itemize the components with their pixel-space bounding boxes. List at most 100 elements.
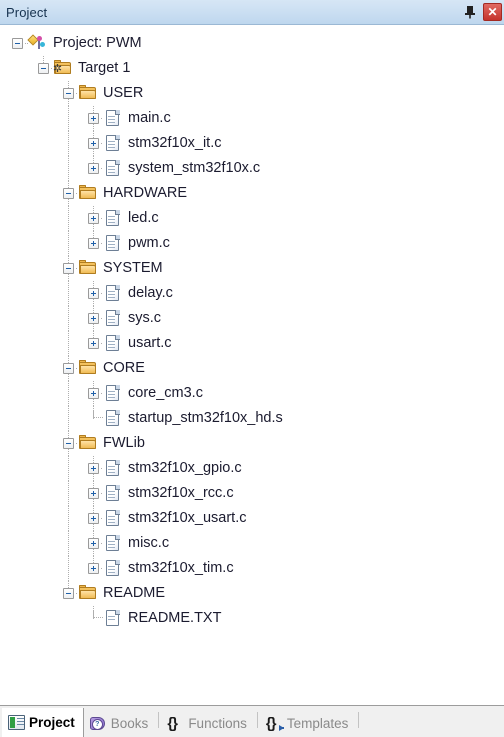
tree-item-label: startup_stm32f10x_hd.s	[128, 410, 283, 427]
tree-expand-icon[interactable]	[88, 513, 99, 524]
tree-guide-line	[68, 206, 69, 231]
titlebar-buttons: ✕	[460, 0, 502, 24]
tree-item[interactable]: core_cm3.c	[1, 381, 503, 406]
tree-item-label: FWLib	[103, 435, 145, 452]
tree-guide-line	[101, 168, 103, 169]
tree-expand-icon[interactable]	[88, 213, 99, 224]
tree-item[interactable]: usart.c	[1, 331, 503, 356]
tree-expand-icon[interactable]	[88, 313, 99, 324]
tree-guide-line	[68, 456, 69, 481]
tree-item[interactable]: SYSTEM	[1, 256, 503, 281]
tree-item[interactable]: startup_stm32f10x_hd.s	[1, 406, 503, 431]
tree-item-label: HARDWARE	[103, 185, 188, 202]
tree-expand-icon[interactable]	[88, 163, 99, 174]
tree-guide-line	[68, 481, 69, 506]
tree-expand-icon[interactable]	[88, 138, 99, 149]
tree-item[interactable]: misc.c	[1, 531, 503, 556]
tree-item[interactable]: main.c	[1, 106, 503, 131]
tree-guide-line	[76, 193, 78, 194]
tab-label: Project	[29, 715, 75, 730]
tab-templates[interactable]: {} Templates	[260, 710, 357, 737]
project-tree[interactable]: Project: PWM ✲ Target 1 USER main.c stm32f10x…	[0, 25, 504, 705]
tree-item-label: stm32f10x_rcc.c	[128, 485, 234, 502]
pin-icon[interactable]	[460, 2, 480, 22]
tree-item[interactable]: delay.c	[1, 281, 503, 306]
tree-item[interactable]: stm32f10x_gpio.c	[1, 456, 503, 481]
tree-item[interactable]: stm32f10x_rcc.c	[1, 481, 503, 506]
tree-collapse-icon[interactable]	[63, 263, 74, 274]
tree-item-label: stm32f10x_it.c	[128, 135, 222, 152]
tree-item-label: system_stm32f10x.c	[128, 160, 261, 177]
tree-expand-icon[interactable]	[88, 338, 99, 349]
tab-project[interactable]: Project	[2, 708, 84, 737]
tree-item-label: Target 1	[78, 60, 131, 77]
tree-guide-line	[101, 543, 103, 544]
c-file-icon	[104, 310, 122, 326]
tree-guide-line	[76, 368, 78, 369]
c-file-icon	[104, 560, 122, 576]
folder-icon	[79, 260, 97, 276]
tree-item[interactable]: system_stm32f10x.c	[1, 156, 503, 181]
tree-item[interactable]: ✲ Target 1	[1, 56, 503, 81]
books-tab-icon	[89, 716, 107, 731]
tree-item-label: sys.c	[128, 310, 162, 327]
tree-expand-icon[interactable]	[88, 538, 99, 549]
tree-item[interactable]: stm32f10x_usart.c	[1, 506, 503, 531]
tree-item[interactable]: README	[1, 581, 503, 606]
tree-collapse-icon[interactable]	[63, 588, 74, 599]
tree-expand-icon[interactable]	[88, 488, 99, 499]
close-icon[interactable]: ✕	[483, 3, 502, 21]
tree-collapse-icon[interactable]	[63, 88, 74, 99]
tree-item-label: usart.c	[128, 335, 172, 352]
tree-collapse-icon[interactable]	[38, 63, 49, 74]
tree-guide-line	[76, 593, 78, 594]
tree-item[interactable]: README.TXT	[1, 606, 503, 631]
tree-expand-icon[interactable]	[88, 288, 99, 299]
tree-item[interactable]: USER	[1, 81, 503, 106]
gear-icon: ✲	[52, 63, 63, 75]
tree-item-label: stm32f10x_usart.c	[128, 510, 247, 527]
tree-guide-line	[68, 131, 69, 156]
tree-item-label: SYSTEM	[103, 260, 163, 277]
tree-expand-icon[interactable]	[88, 238, 99, 249]
tree-item-label: README	[103, 585, 166, 602]
tree-expand-icon[interactable]	[88, 113, 99, 124]
functions-tab-icon: {}	[167, 715, 178, 732]
tree-expand-icon[interactable]	[88, 463, 99, 474]
tree-item[interactable]: pwm.c	[1, 231, 503, 256]
tree-item-label: USER	[103, 85, 144, 102]
tree-item[interactable]: HARDWARE	[1, 181, 503, 206]
folder-icon	[79, 85, 97, 101]
folder-icon	[79, 585, 97, 601]
tree-guide-line	[68, 331, 69, 356]
tree-guide-line	[101, 243, 103, 244]
tab-books[interactable]: Books	[84, 710, 157, 737]
tree-collapse-icon[interactable]	[63, 363, 74, 374]
tree-guide-line	[76, 93, 78, 94]
tree-item-label: CORE	[103, 360, 145, 377]
tree-guide-line	[68, 306, 69, 331]
tree-guide-line	[68, 406, 69, 431]
tree-expand-icon[interactable]	[88, 388, 99, 399]
tree-guide-line	[101, 143, 103, 144]
tree-guide-line	[68, 556, 69, 581]
tree-collapse-icon[interactable]	[63, 188, 74, 199]
tree-item[interactable]: sys.c	[1, 306, 503, 331]
folder-icon	[79, 435, 97, 451]
c-file-icon	[104, 385, 122, 401]
tree-collapse-icon[interactable]	[63, 438, 74, 449]
c-file-icon	[104, 210, 122, 226]
tree-item[interactable]: led.c	[1, 206, 503, 231]
tree-guide-line	[76, 268, 78, 269]
tree-item[interactable]: stm32f10x_tim.c	[1, 556, 503, 581]
c-file-icon	[104, 110, 122, 126]
tree-item[interactable]: CORE	[1, 356, 503, 381]
tree-item[interactable]: Project: PWM	[1, 31, 503, 56]
tree-item[interactable]: FWLib	[1, 431, 503, 456]
tree-item[interactable]: stm32f10x_it.c	[1, 131, 503, 156]
tree-expand-icon[interactable]	[88, 563, 99, 574]
tree-guide-line	[68, 156, 69, 181]
tab-functions[interactable]: {} Functions	[161, 710, 255, 737]
tree-collapse-icon[interactable]	[12, 38, 23, 49]
c-file-icon	[104, 335, 122, 351]
